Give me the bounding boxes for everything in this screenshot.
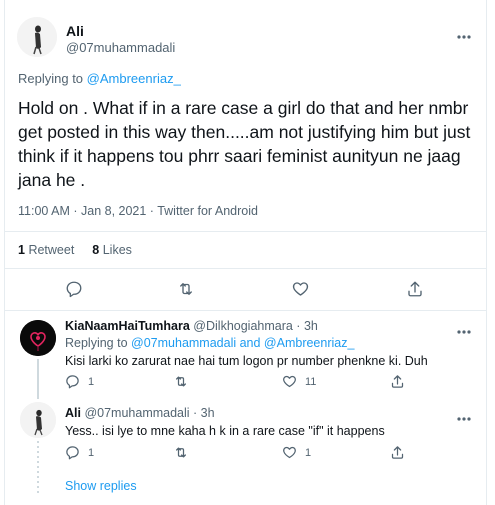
reply-icon — [66, 375, 79, 389]
author-name[interactable]: Ali — [65, 406, 81, 420]
reply-header: KiaNaamHaiTumhara @Dilkhogiahmara · 3h — [65, 319, 318, 333]
avatar[interactable] — [20, 320, 56, 356]
reply-icon — [66, 446, 79, 460]
replying-to-link[interactable]: @Ambreenriaz_ — [87, 71, 181, 86]
author-handle[interactable]: @07muhammadali · 3h — [84, 406, 214, 420]
author-name[interactable]: Ali — [66, 23, 84, 39]
tweet-stats: 1 Retweet 8 Likes — [18, 243, 132, 257]
avatar[interactable] — [17, 17, 57, 57]
reply-button[interactable]: 1 — [65, 374, 94, 389]
share-button[interactable] — [390, 445, 405, 460]
divider — [5, 231, 486, 232]
share-icon — [391, 446, 404, 459]
reply-button[interactable]: 1 — [65, 445, 94, 460]
replying-to-line: Replying to @Ambreenriaz_ — [18, 71, 181, 86]
share-button[interactable] — [390, 374, 405, 389]
reply-icon — [66, 281, 82, 298]
like-button[interactable]: 1 — [282, 445, 311, 460]
like-count: 11 — [305, 375, 317, 388]
more-options-icon[interactable] — [456, 409, 472, 421]
like-count: 1 — [305, 446, 312, 459]
retweet-icon — [176, 447, 186, 458]
retweet-button[interactable] — [173, 374, 189, 389]
more-options-icon[interactable] — [456, 322, 472, 334]
retweet-button[interactable] — [173, 445, 189, 460]
reply-count: 1 — [88, 446, 95, 459]
like-button[interactable]: 11 — [282, 374, 316, 389]
author-handle[interactable]: @07muhammadali — [66, 40, 175, 55]
thread-connector — [37, 359, 39, 399]
like-button[interactable] — [291, 280, 310, 298]
show-replies-link[interactable]: Show replies — [65, 479, 137, 493]
reply-count: 1 — [88, 375, 95, 388]
likes-label: Likes — [102, 243, 132, 257]
tweet-body: Hold on . What if in a rare case a girl … — [18, 98, 471, 190]
author-name[interactable]: KiaNaamHaiTumhara — [65, 319, 190, 333]
likes-count: 8 — [92, 243, 100, 257]
replying-prefix: Replying to — [65, 336, 128, 350]
retweet-icon — [176, 376, 186, 387]
reply-header: Ali @07muhammadali · 3h — [65, 406, 215, 420]
heart-icon — [283, 446, 296, 459]
likes-stat[interactable]: 8 Likes — [92, 243, 132, 257]
thread-connector — [37, 441, 39, 493]
heart-icon — [292, 282, 309, 296]
author-handle[interactable]: @Dilkhogiahmara · 3h — [193, 319, 318, 333]
retweet-icon — [180, 283, 192, 295]
replying-to-link[interactable]: @07muhammadali and @Ambreenriaz_ — [131, 336, 354, 350]
reply-button[interactable] — [65, 280, 83, 298]
retweets-stat[interactable]: 1 Retweet — [18, 243, 74, 257]
tweet-meta: 11:00 AM · Jan 8, 2021 · Twitter for And… — [18, 204, 258, 218]
share-icon — [408, 281, 422, 297]
more-options-icon[interactable] — [456, 27, 472, 39]
reply-body: Yess.. isi lye to mne kaha h k in a rare… — [65, 424, 385, 438]
heart-icon — [283, 375, 296, 388]
replying-to-line: Replying to @07muhammadali and @Ambreenr… — [65, 336, 354, 350]
share-icon — [391, 375, 404, 388]
divider — [5, 310, 486, 311]
retweet-button[interactable] — [176, 280, 196, 298]
retweets-count: 1 — [18, 243, 25, 257]
retweets-label: Retweet — [28, 243, 75, 257]
share-button[interactable] — [406, 280, 424, 298]
reply-body: Kisi larki ko zarurat nae hai tum logon … — [65, 354, 428, 368]
replying-prefix: Replying to — [18, 71, 84, 86]
avatar[interactable] — [20, 402, 56, 438]
divider — [5, 268, 486, 269]
